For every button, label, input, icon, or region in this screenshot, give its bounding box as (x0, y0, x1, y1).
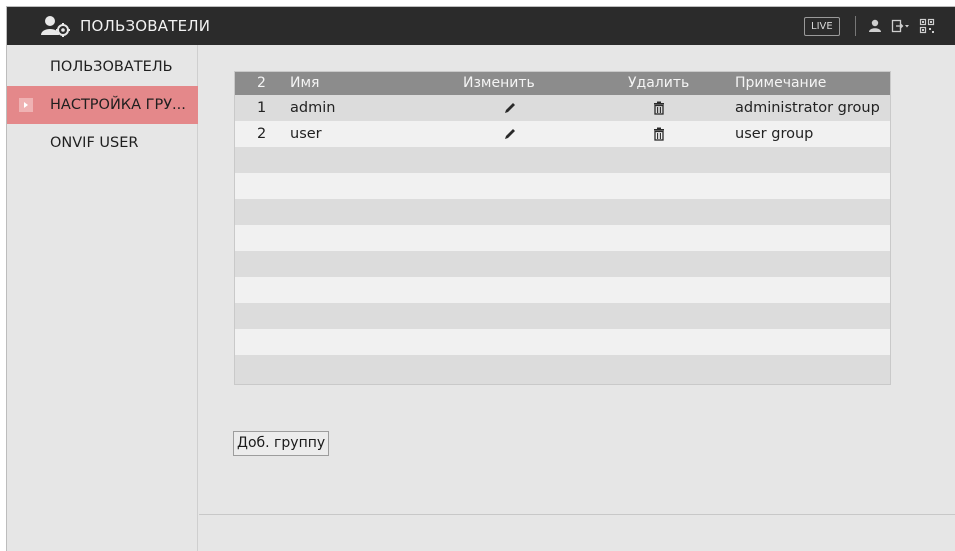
page-title: ПОЛЬЗОВАТЕЛИ (80, 17, 211, 35)
table-header: 2 Имя Изменить Удалить Примечание (235, 72, 890, 95)
divider (855, 16, 856, 36)
empty-row (235, 199, 890, 225)
empty-row (235, 277, 890, 303)
logout-icon[interactable] (891, 18, 911, 34)
table-row[interactable]: 1 admin administrator group (235, 95, 890, 121)
chevron-right-icon (19, 98, 33, 112)
trash-icon[interactable] (652, 101, 666, 115)
live-button[interactable]: LIVE (804, 17, 840, 36)
empty-row (235, 173, 890, 199)
top-bar: ПОЛЬЗОВАТЕЛИ LIVE (7, 7, 955, 45)
empty-row (235, 225, 890, 251)
sidebar-item-label: ПОЛЬЗОВАТЕЛЬ (50, 59, 173, 75)
empty-row (235, 303, 890, 329)
sidebar-item-user[interactable]: ПОЛЬЗОВАТЕЛЬ (7, 48, 198, 86)
qr-code-icon[interactable] (919, 18, 935, 34)
table-row[interactable]: 2 user user group (235, 121, 890, 147)
header-edit: Изменить (463, 75, 535, 91)
row-number: 2 (257, 126, 267, 142)
add-group-button[interactable]: Доб. группу (233, 431, 330, 456)
users-settings-icon (41, 16, 70, 37)
row-name: admin (290, 100, 336, 116)
header-delete: Удалить (628, 75, 690, 91)
header-title-group: ПОЛЬЗОВАТЕЛИ (40, 7, 210, 45)
empty-row (235, 147, 890, 173)
row-name: user (290, 126, 322, 142)
sidebar-item-label: НАСТРОЙКА ГРУ... (50, 97, 186, 113)
header-note: Примечание (735, 75, 827, 91)
header-count: 2 (257, 75, 266, 91)
pencil-icon[interactable] (503, 127, 517, 141)
row-note: user group (735, 126, 814, 142)
user-icon[interactable] (867, 18, 883, 34)
empty-row (235, 355, 890, 384)
sidebar-item-label: ONVIF USER (50, 135, 139, 151)
header-name: Имя (290, 75, 320, 91)
row-note: administrator group (735, 100, 880, 116)
sidebar: ПОЛЬЗОВАТЕЛЬ НАСТРОЙКА ГРУ... ONVIF USER (7, 45, 198, 551)
app-window: ПОЛЬЗОВАТЕЛИ LIVE ПОЛЬЗОВАТЕЛЬ НАСТРОЙКА… (6, 6, 955, 551)
row-number: 1 (257, 100, 267, 116)
empty-row (235, 329, 890, 355)
empty-row (235, 251, 890, 277)
sidebar-item-group-settings[interactable]: НАСТРОЙКА ГРУ... (7, 86, 198, 124)
sidebar-item-onvif-user[interactable]: ONVIF USER (7, 124, 198, 162)
pencil-icon[interactable] (503, 101, 517, 115)
divider (199, 514, 955, 515)
trash-icon[interactable] (652, 127, 666, 141)
groups-table: 2 Имя Изменить Удалить Примечание 1 admi… (234, 71, 891, 385)
